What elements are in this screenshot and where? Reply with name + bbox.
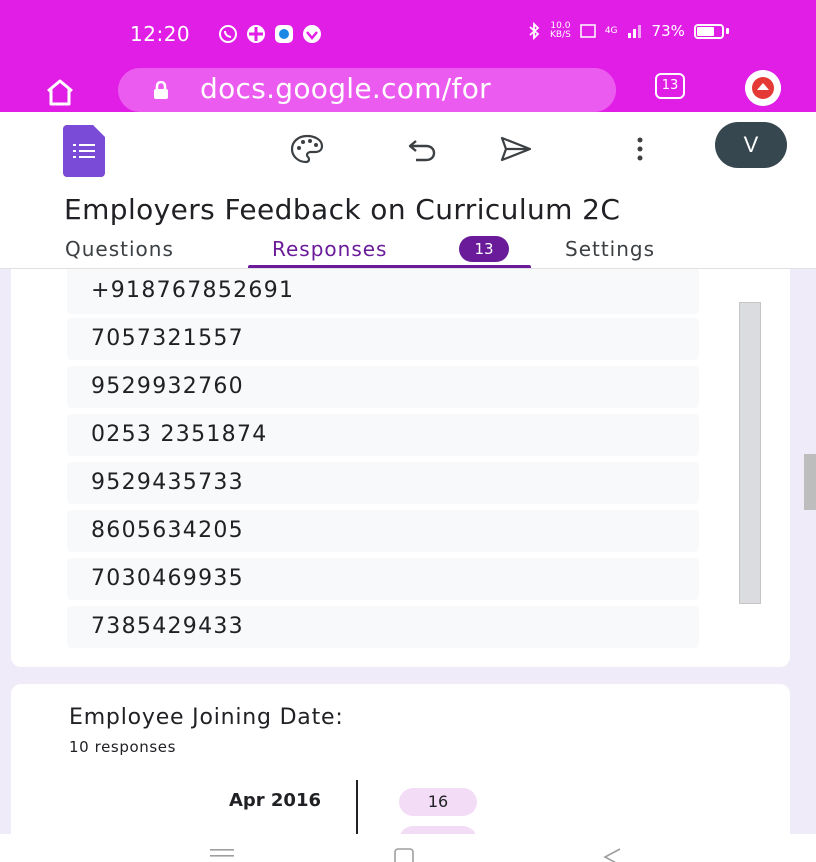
app-icon xyxy=(247,25,265,43)
answer-text: 7030469935 xyxy=(91,566,244,591)
address-bar[interactable]: docs.google.com/for xyxy=(118,68,616,112)
lock-icon xyxy=(154,81,168,99)
tab-switcher-button[interactable]: 13 xyxy=(655,73,685,99)
answer-text: 8605634205 xyxy=(91,518,244,543)
battery-percent: 73% xyxy=(651,22,685,40)
url-text: docs.google.com/for xyxy=(200,72,491,105)
answer-text: 9529932760 xyxy=(91,374,244,399)
answer-text: 7057321557 xyxy=(91,326,244,351)
more-vert-icon[interactable] xyxy=(622,133,658,165)
whatsapp-icon xyxy=(219,25,237,43)
account-avatar[interactable]: V xyxy=(715,122,787,168)
answer-row: 7030469935 xyxy=(67,558,699,600)
date-divider xyxy=(356,780,358,834)
tab-questions[interactable]: Questions xyxy=(65,237,174,261)
battery-icon xyxy=(693,23,729,39)
status-indicators: 10.0 KB/S 4G 73% xyxy=(527,22,729,40)
answer-row: 7385429433 xyxy=(67,606,699,648)
tab-settings[interactable]: Settings xyxy=(565,237,655,261)
messenger-icon xyxy=(275,25,293,43)
form-title: Employers Feedback on Curriculum 2C xyxy=(64,193,621,226)
answer-row: +918767852691 xyxy=(67,269,699,314)
update-icon[interactable] xyxy=(745,70,781,106)
browser-chrome: 12:20 10.0 KB/S 4G 73% docs.google.com/f… xyxy=(0,0,816,112)
answer-text: 7385429433 xyxy=(91,614,244,639)
menu-icon[interactable] xyxy=(208,848,236,860)
home-nav-icon[interactable] xyxy=(392,848,416,862)
answer-text: 0253 2351874 xyxy=(91,422,268,447)
url-fade xyxy=(536,68,616,112)
answer-row: 8605634205 xyxy=(67,510,699,552)
send-icon[interactable] xyxy=(498,133,534,165)
undo-icon[interactable] xyxy=(404,133,440,165)
home-icon[interactable] xyxy=(44,78,76,106)
answer-row: 9529435733 xyxy=(67,462,699,504)
vpn-icon xyxy=(303,25,321,43)
answer-row: 7057321557 xyxy=(67,318,699,360)
system-nav-bar xyxy=(0,834,816,862)
palette-icon[interactable] xyxy=(289,133,325,165)
response-count: 10 responses xyxy=(69,738,176,756)
forms-list-icon xyxy=(73,144,95,158)
date-group-label: Apr 2016 xyxy=(228,790,321,811)
question-title: Employee Joining Date: xyxy=(69,705,344,730)
network-type: 4G xyxy=(604,25,618,36)
date-value-chip: 16 xyxy=(399,788,477,816)
answer-text: +918767852691 xyxy=(91,278,295,303)
status-time: 12:20 xyxy=(130,22,191,46)
tab-responses[interactable]: Responses xyxy=(272,237,387,261)
responses-count-badge: 13 xyxy=(459,236,509,262)
page-scrollbar[interactable] xyxy=(804,454,816,510)
network-speed-unit: KB/S xyxy=(550,30,571,40)
back-nav-icon[interactable] xyxy=(600,848,624,862)
answer-row: 9529932760 xyxy=(67,366,699,408)
answers-scrollbar[interactable] xyxy=(739,302,761,604)
volte-icon xyxy=(580,24,596,38)
network-speed: 10.0 KB/S xyxy=(550,22,571,40)
bluetooth-icon xyxy=(529,22,540,40)
status-bar: 12:20 10.0 KB/S 4G 73% xyxy=(0,0,816,60)
answer-row: 0253 2351874 xyxy=(67,414,699,456)
notification-icons xyxy=(218,24,322,44)
answer-text: 9529435733 xyxy=(91,470,244,495)
google-forms-logo[interactable] xyxy=(63,125,105,177)
signal-icon xyxy=(627,25,641,38)
